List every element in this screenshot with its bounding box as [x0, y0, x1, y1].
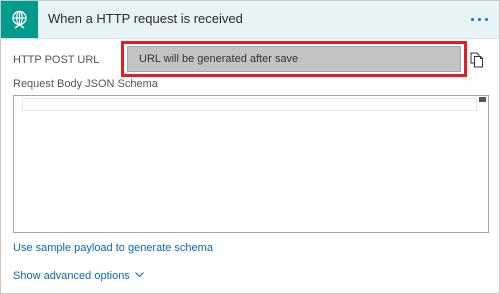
- chevron-down-icon: [134, 269, 144, 281]
- globe-request-icon: [1, 1, 38, 38]
- more-options-button[interactable]: [467, 9, 493, 29]
- copy-icon[interactable]: [470, 52, 484, 68]
- schema-editor-scrollbar[interactable]: [479, 97, 486, 102]
- show-advanced-options-label: Show advanced options: [13, 270, 130, 282]
- use-sample-payload-link[interactable]: Use sample payload to generate schema: [13, 242, 213, 254]
- show-advanced-options-link[interactable]: Show advanced options: [13, 269, 144, 282]
- http-post-url-label: HTTP POST URL: [13, 54, 100, 66]
- card-header[interactable]: When a HTTP request is received: [1, 1, 499, 39]
- schema-editor-active-line: [22, 98, 477, 111]
- http-post-url-field[interactable]: URL will be generated after save: [127, 46, 461, 72]
- http-trigger-card: When a HTTP request is received HTTP POS…: [0, 0, 500, 294]
- ellipsis-icon: [471, 18, 474, 21]
- request-body-schema-editor[interactable]: [13, 95, 489, 233]
- card-title: When a HTTP request is received: [48, 11, 243, 26]
- request-body-schema-label: Request Body JSON Schema: [13, 78, 158, 90]
